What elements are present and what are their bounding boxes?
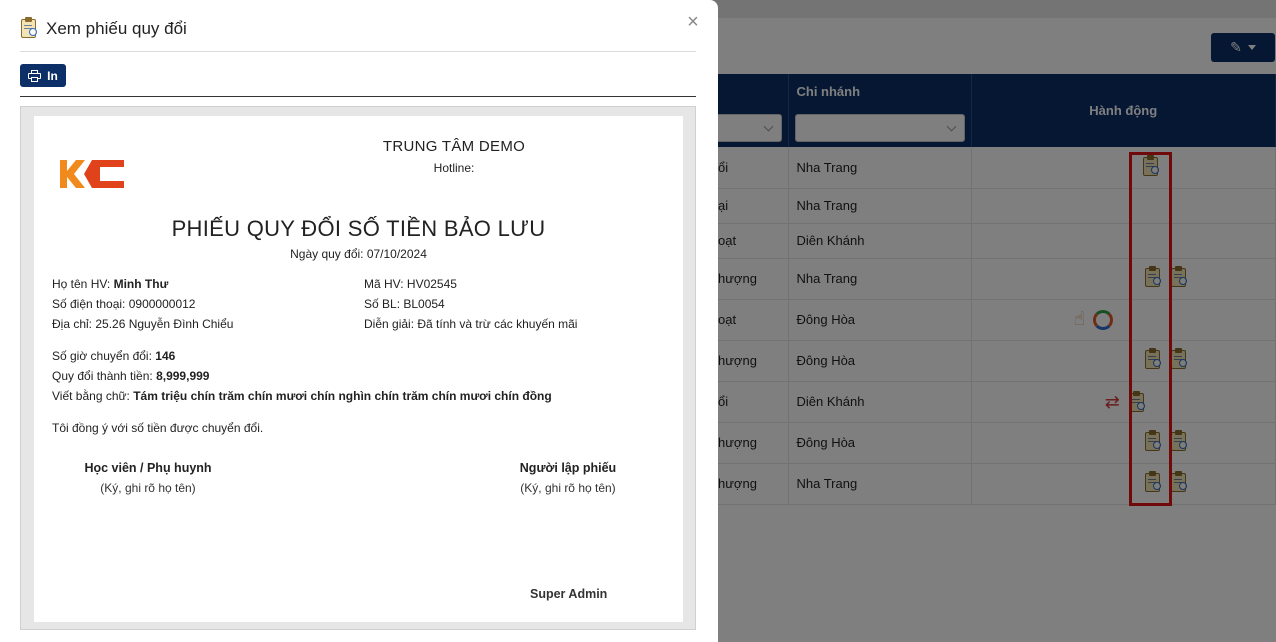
student-code-field: Mã HV: HV02545 bbox=[364, 277, 457, 291]
amount-label: Quy đổi thành tiền: bbox=[52, 369, 153, 383]
close-icon[interactable]: × bbox=[683, 12, 703, 34]
phone-field: Số điện thoại: 0900000012 bbox=[52, 297, 196, 311]
hours-field: Số giờ chuyển đổi: 146 bbox=[52, 349, 175, 363]
kc-logo bbox=[60, 160, 124, 188]
printer-icon bbox=[28, 69, 42, 82]
modal-header: Xem phiếu quy đổi bbox=[20, 14, 696, 52]
receipt-title: PHIẾU QUY ĐỔI SỐ TIỀN BẢO LƯU bbox=[171, 216, 546, 241]
student-name-value: Minh Thư bbox=[113, 277, 169, 291]
signature-right-note: (Ký, ghi rõ họ tên) bbox=[520, 481, 616, 495]
hours-label: Số giờ chuyển đổi: bbox=[52, 349, 152, 363]
amount-value: 8,999,999 bbox=[156, 369, 210, 383]
signature-left-title: Học viên / Phụ huynh bbox=[84, 461, 212, 475]
print-preview: TRUNG TÂM DEMO Hotline: PHIẾU QUY ĐỔI SỐ… bbox=[20, 106, 696, 630]
agreement-text: Tôi đồng ý với số tiền được chuyển đổi. bbox=[52, 421, 264, 435]
receipt-date: Ngày quy đổi: 07/10/2024 bbox=[290, 247, 427, 261]
view-receipt-modal: Xem phiếu quy đổi × In TRUNG TÂM DEMO Ho… bbox=[0, 0, 718, 642]
signature-right-title: Người lập phiếu bbox=[519, 461, 617, 475]
hours-value: 146 bbox=[155, 349, 176, 363]
student-name-field: Họ tên HV: Minh Thư bbox=[52, 277, 168, 291]
print-button[interactable]: In bbox=[20, 64, 66, 87]
amount-words-label: Viết bằng chữ: bbox=[52, 389, 130, 403]
bl-code-field: Số BL: BL0054 bbox=[364, 297, 445, 311]
student-name-label: Họ tên HV: bbox=[52, 277, 111, 291]
amount-words-field: Viết bằng chữ: Tám triệu chín trăm chín … bbox=[52, 389, 552, 403]
print-button-label: In bbox=[47, 68, 58, 83]
hotline: Hotline: bbox=[433, 161, 475, 175]
amount-field: Quy đổi thành tiền: 8,999,999 bbox=[52, 369, 209, 383]
address-field: Địa chỉ: 25.26 Nguyễn Đình Chiểu bbox=[52, 317, 234, 331]
receipt-paper: TRUNG TÂM DEMO Hotline: PHIẾU QUY ĐỔI SỐ… bbox=[34, 116, 683, 622]
amount-words-value: Tám triệu chín trăm chín mươi chín nghìn… bbox=[133, 389, 552, 403]
signature-left-note: (Ký, ghi rõ họ tên) bbox=[100, 481, 196, 495]
modal-toolbar: In bbox=[20, 64, 696, 97]
center-name: TRUNG TÂM DEMO bbox=[382, 138, 526, 155]
note-field: Diễn giải: Đã tính và trừ các khuyến mãi bbox=[364, 317, 578, 331]
modal-title: Xem phiếu quy đổi bbox=[46, 19, 187, 38]
clipboard-search-icon bbox=[20, 17, 38, 39]
signer-name: Super Admin bbox=[530, 587, 608, 601]
